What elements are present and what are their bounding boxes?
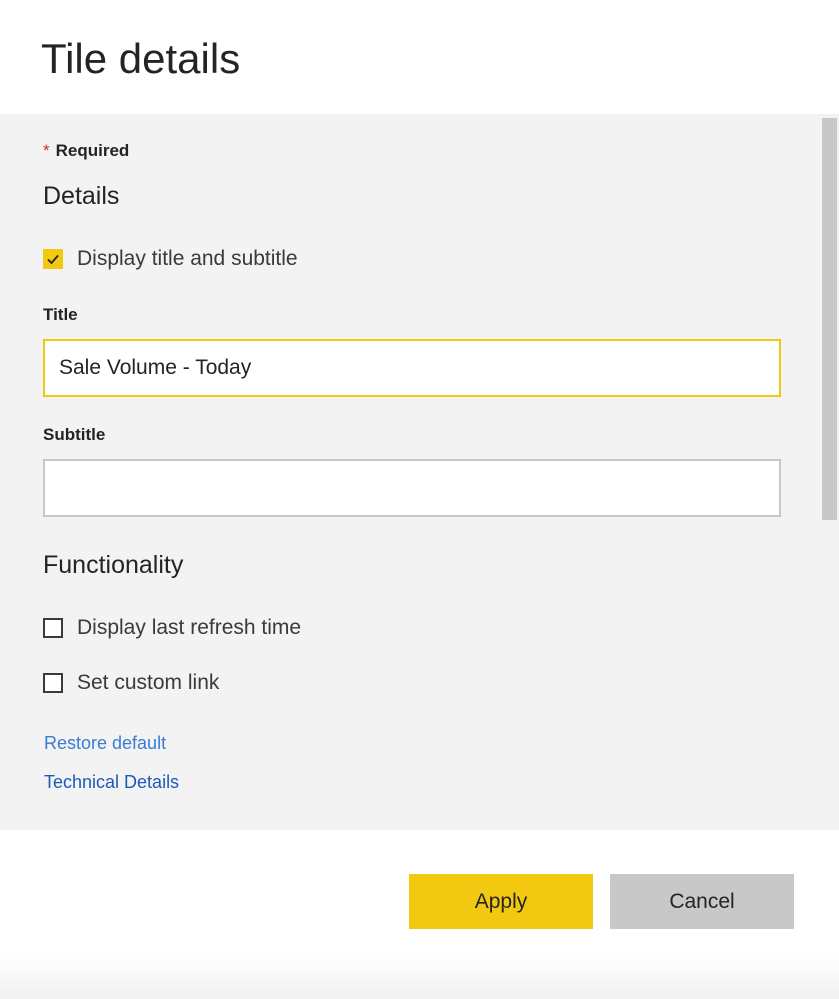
custom-link-checkbox-row[interactable]: Set custom link bbox=[43, 670, 219, 696]
title-input[interactable] bbox=[43, 339, 781, 397]
subtitle-input[interactable] bbox=[43, 459, 781, 517]
details-heading: Details bbox=[43, 182, 120, 210]
title-field-label: Title bbox=[43, 305, 78, 324]
checkmark-icon bbox=[47, 254, 59, 265]
restore-default-link[interactable]: Restore default bbox=[44, 733, 166, 754]
page-title: Tile details bbox=[41, 35, 241, 82]
functionality-heading: Functionality bbox=[43, 551, 184, 579]
custom-link-checkbox-label: Set custom link bbox=[77, 671, 220, 694]
display-title-checkbox-row[interactable]: Display title and subtitle bbox=[43, 246, 298, 272]
scrollbar-thumb[interactable] bbox=[822, 118, 837, 520]
dialog-header: Tile details bbox=[0, 0, 839, 114]
required-label: Required bbox=[55, 141, 130, 160]
refresh-time-checkbox[interactable] bbox=[43, 618, 63, 638]
required-star: * bbox=[43, 141, 50, 160]
refresh-time-checkbox-row[interactable]: Display last refresh time bbox=[43, 615, 301, 641]
required-note: * Required bbox=[43, 141, 129, 161]
subtitle-field-label: Subtitle bbox=[43, 425, 106, 444]
cancel-button[interactable]: Cancel bbox=[610, 874, 794, 929]
display-title-checkbox-label: Display title and subtitle bbox=[77, 247, 298, 270]
apply-button[interactable]: Apply bbox=[409, 874, 593, 929]
refresh-time-checkbox-label: Display last refresh time bbox=[77, 616, 302, 639]
custom-link-checkbox[interactable] bbox=[43, 673, 63, 693]
technical-details-link[interactable]: Technical Details bbox=[44, 772, 179, 793]
bottom-shadow bbox=[0, 955, 839, 999]
display-title-checkbox[interactable] bbox=[43, 249, 63, 269]
